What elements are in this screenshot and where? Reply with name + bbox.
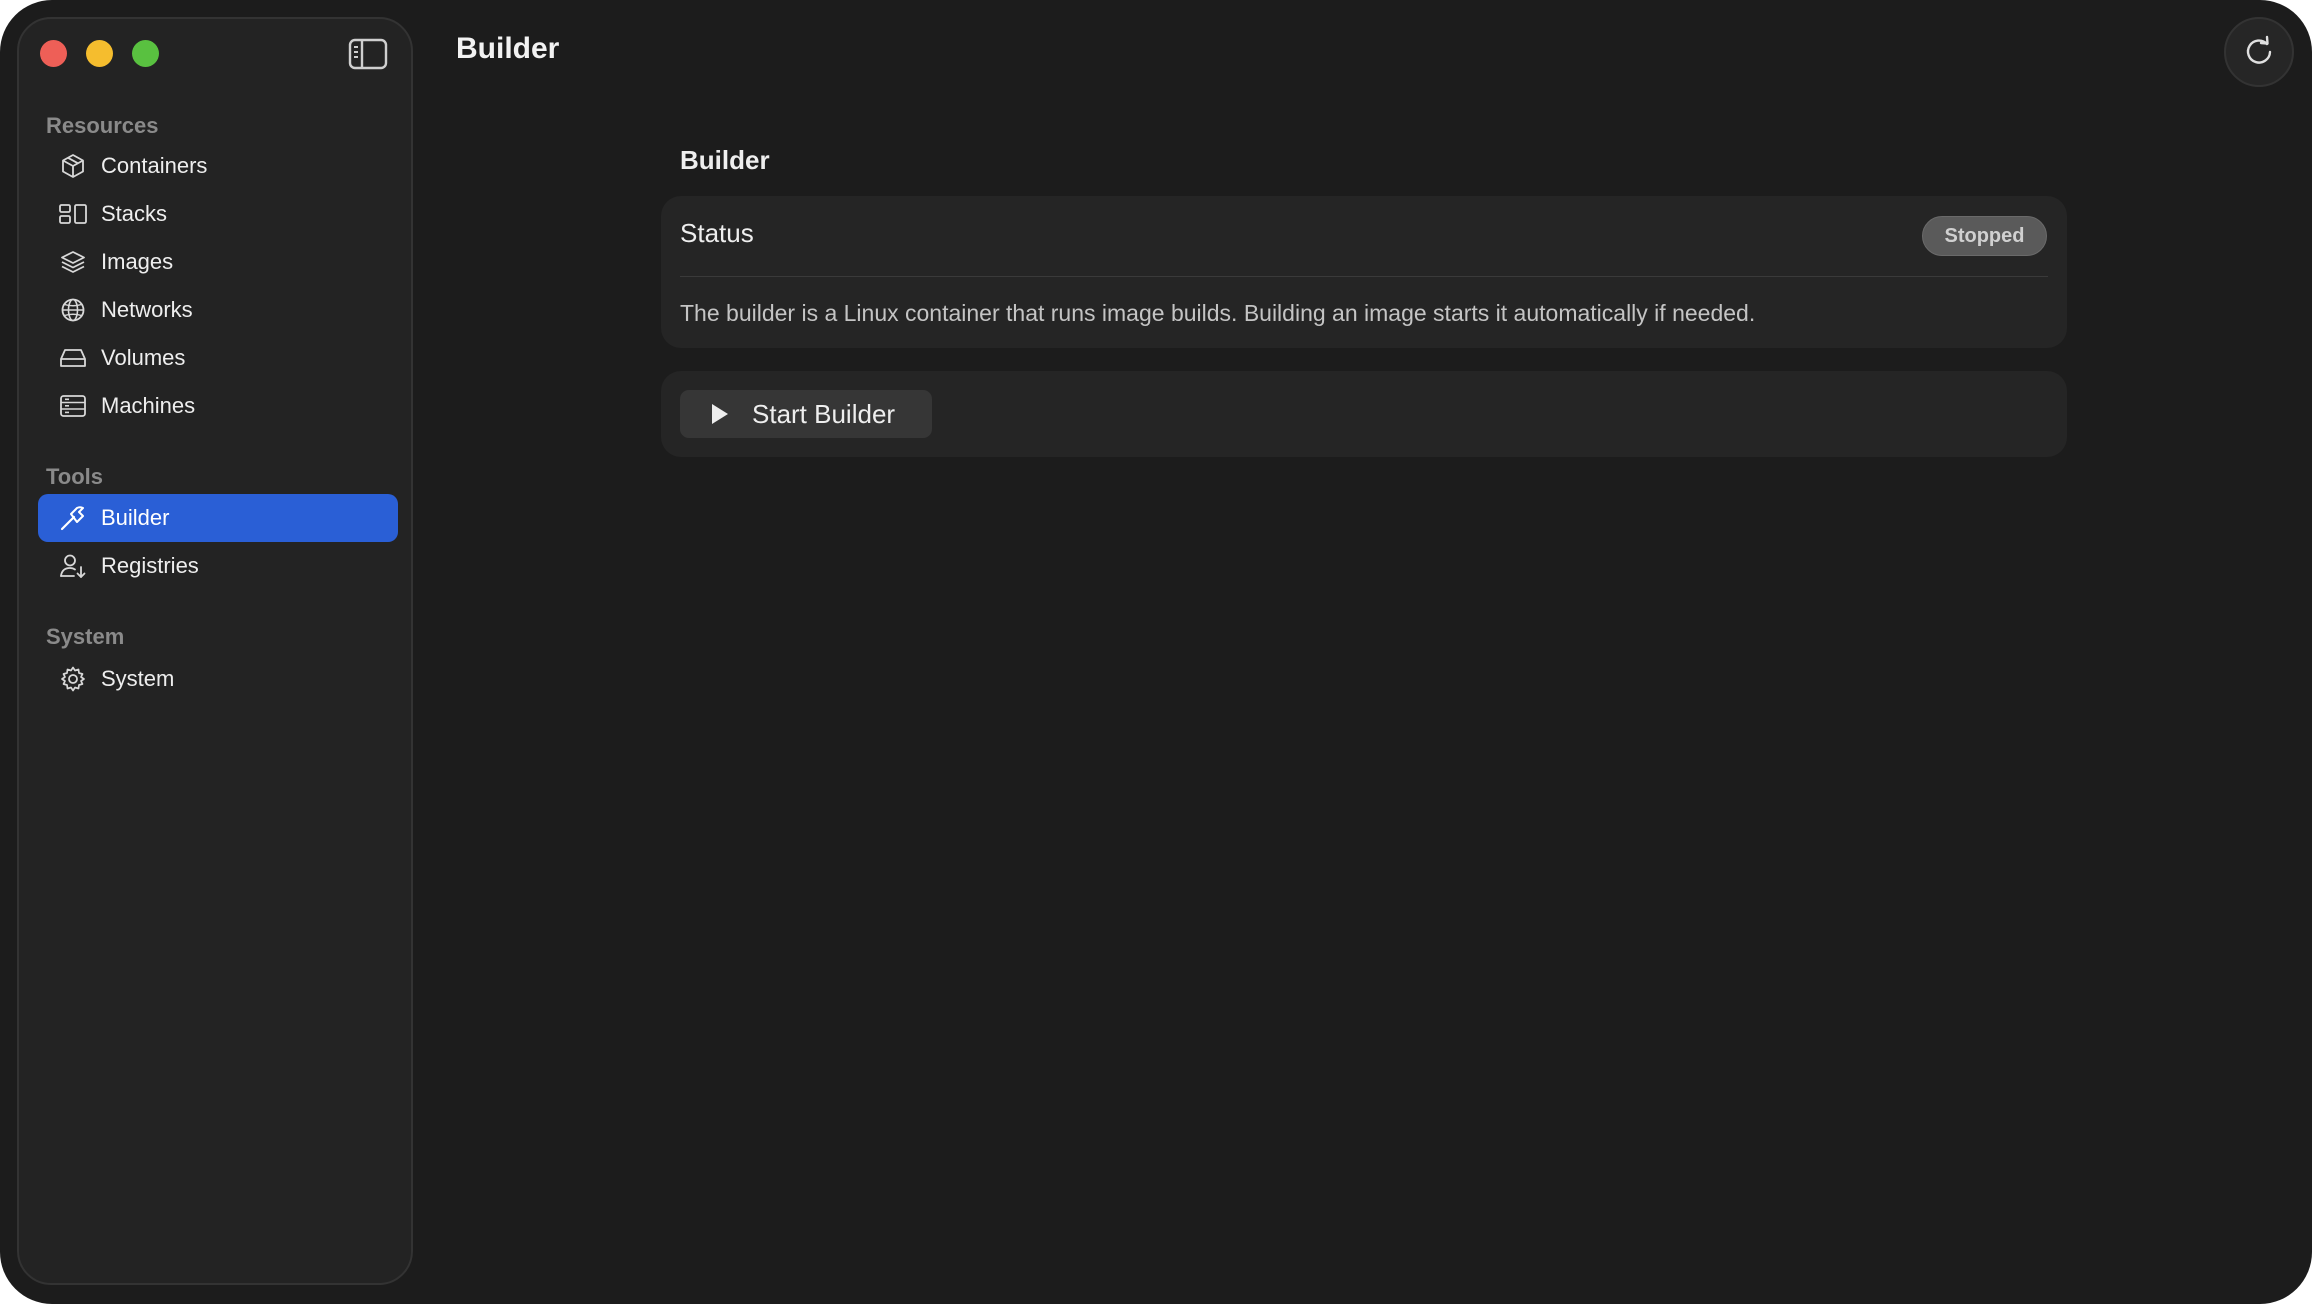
sidebar-item-label: Stacks — [101, 201, 168, 226]
sidebar-item-machines[interactable]: Machines — [38, 382, 398, 430]
refresh-button[interactable] — [2224, 17, 2294, 87]
sidebar-item-volumes[interactable]: Volumes — [38, 334, 398, 382]
stack-icon — [58, 199, 88, 229]
sidebar-item-label: Machines — [101, 393, 196, 418]
play-icon — [710, 402, 732, 426]
sidebar: Resources Containers Stacks Images Netwo… — [17, 17, 413, 1285]
person-download-icon — [58, 551, 88, 581]
server-icon — [58, 391, 88, 421]
sidebar-item-system[interactable]: System — [38, 655, 398, 703]
section-label-system: System — [46, 624, 125, 649]
close-window-button[interactable] — [40, 40, 67, 67]
refresh-icon — [2246, 35, 2272, 64]
sidebar-item-containers[interactable]: Containers — [38, 142, 398, 190]
hammer-icon — [58, 503, 88, 533]
sidebar-item-label: System — [101, 666, 175, 691]
cube-icon — [58, 151, 88, 181]
section-label-resources: Resources — [46, 113, 159, 138]
start-builder-button[interactable]: Start Builder — [680, 390, 932, 438]
layers-icon — [58, 247, 88, 277]
section-label-tools: Tools — [46, 464, 104, 489]
divider — [680, 276, 2048, 277]
page-title: Builder — [456, 32, 560, 65]
section-heading-builder: Builder — [680, 145, 770, 175]
status-label: Status — [680, 218, 754, 248]
sidebar-toggle-button[interactable] — [348, 38, 388, 70]
sidebar-item-label: Containers — [101, 153, 208, 178]
gear-icon — [58, 664, 88, 694]
globe-icon — [58, 295, 88, 325]
actions-card: Start Builder — [661, 371, 2067, 457]
sidebar-item-registries[interactable]: Registries — [38, 542, 398, 590]
sidebar-item-networks[interactable]: Networks — [38, 286, 398, 334]
sidebar-item-stacks[interactable]: Stacks — [38, 190, 398, 238]
status-card: Status Stopped The builder is a Linux co… — [661, 196, 2067, 348]
sidebar-item-label: Networks — [101, 297, 193, 322]
sidebar-toggle-icon — [348, 38, 388, 70]
status-description: The builder is a Linux container that ru… — [680, 300, 1756, 326]
sidebar-item-builder[interactable]: Builder — [38, 494, 398, 542]
drive-icon — [58, 343, 88, 373]
sidebar-item-label: Registries — [101, 553, 199, 578]
zoom-window-button[interactable] — [132, 40, 159, 67]
app-window: Resources Containers Stacks Images Netwo… — [0, 0, 2312, 1304]
status-badge: Stopped — [1922, 216, 2047, 256]
sidebar-item-images[interactable]: Images — [38, 238, 398, 286]
sidebar-item-label: Volumes — [101, 345, 186, 370]
minimize-window-button[interactable] — [86, 40, 113, 67]
sidebar-item-label: Builder — [101, 505, 170, 530]
sidebar-item-label: Images — [101, 249, 174, 274]
start-builder-label: Start Builder — [752, 398, 896, 429]
